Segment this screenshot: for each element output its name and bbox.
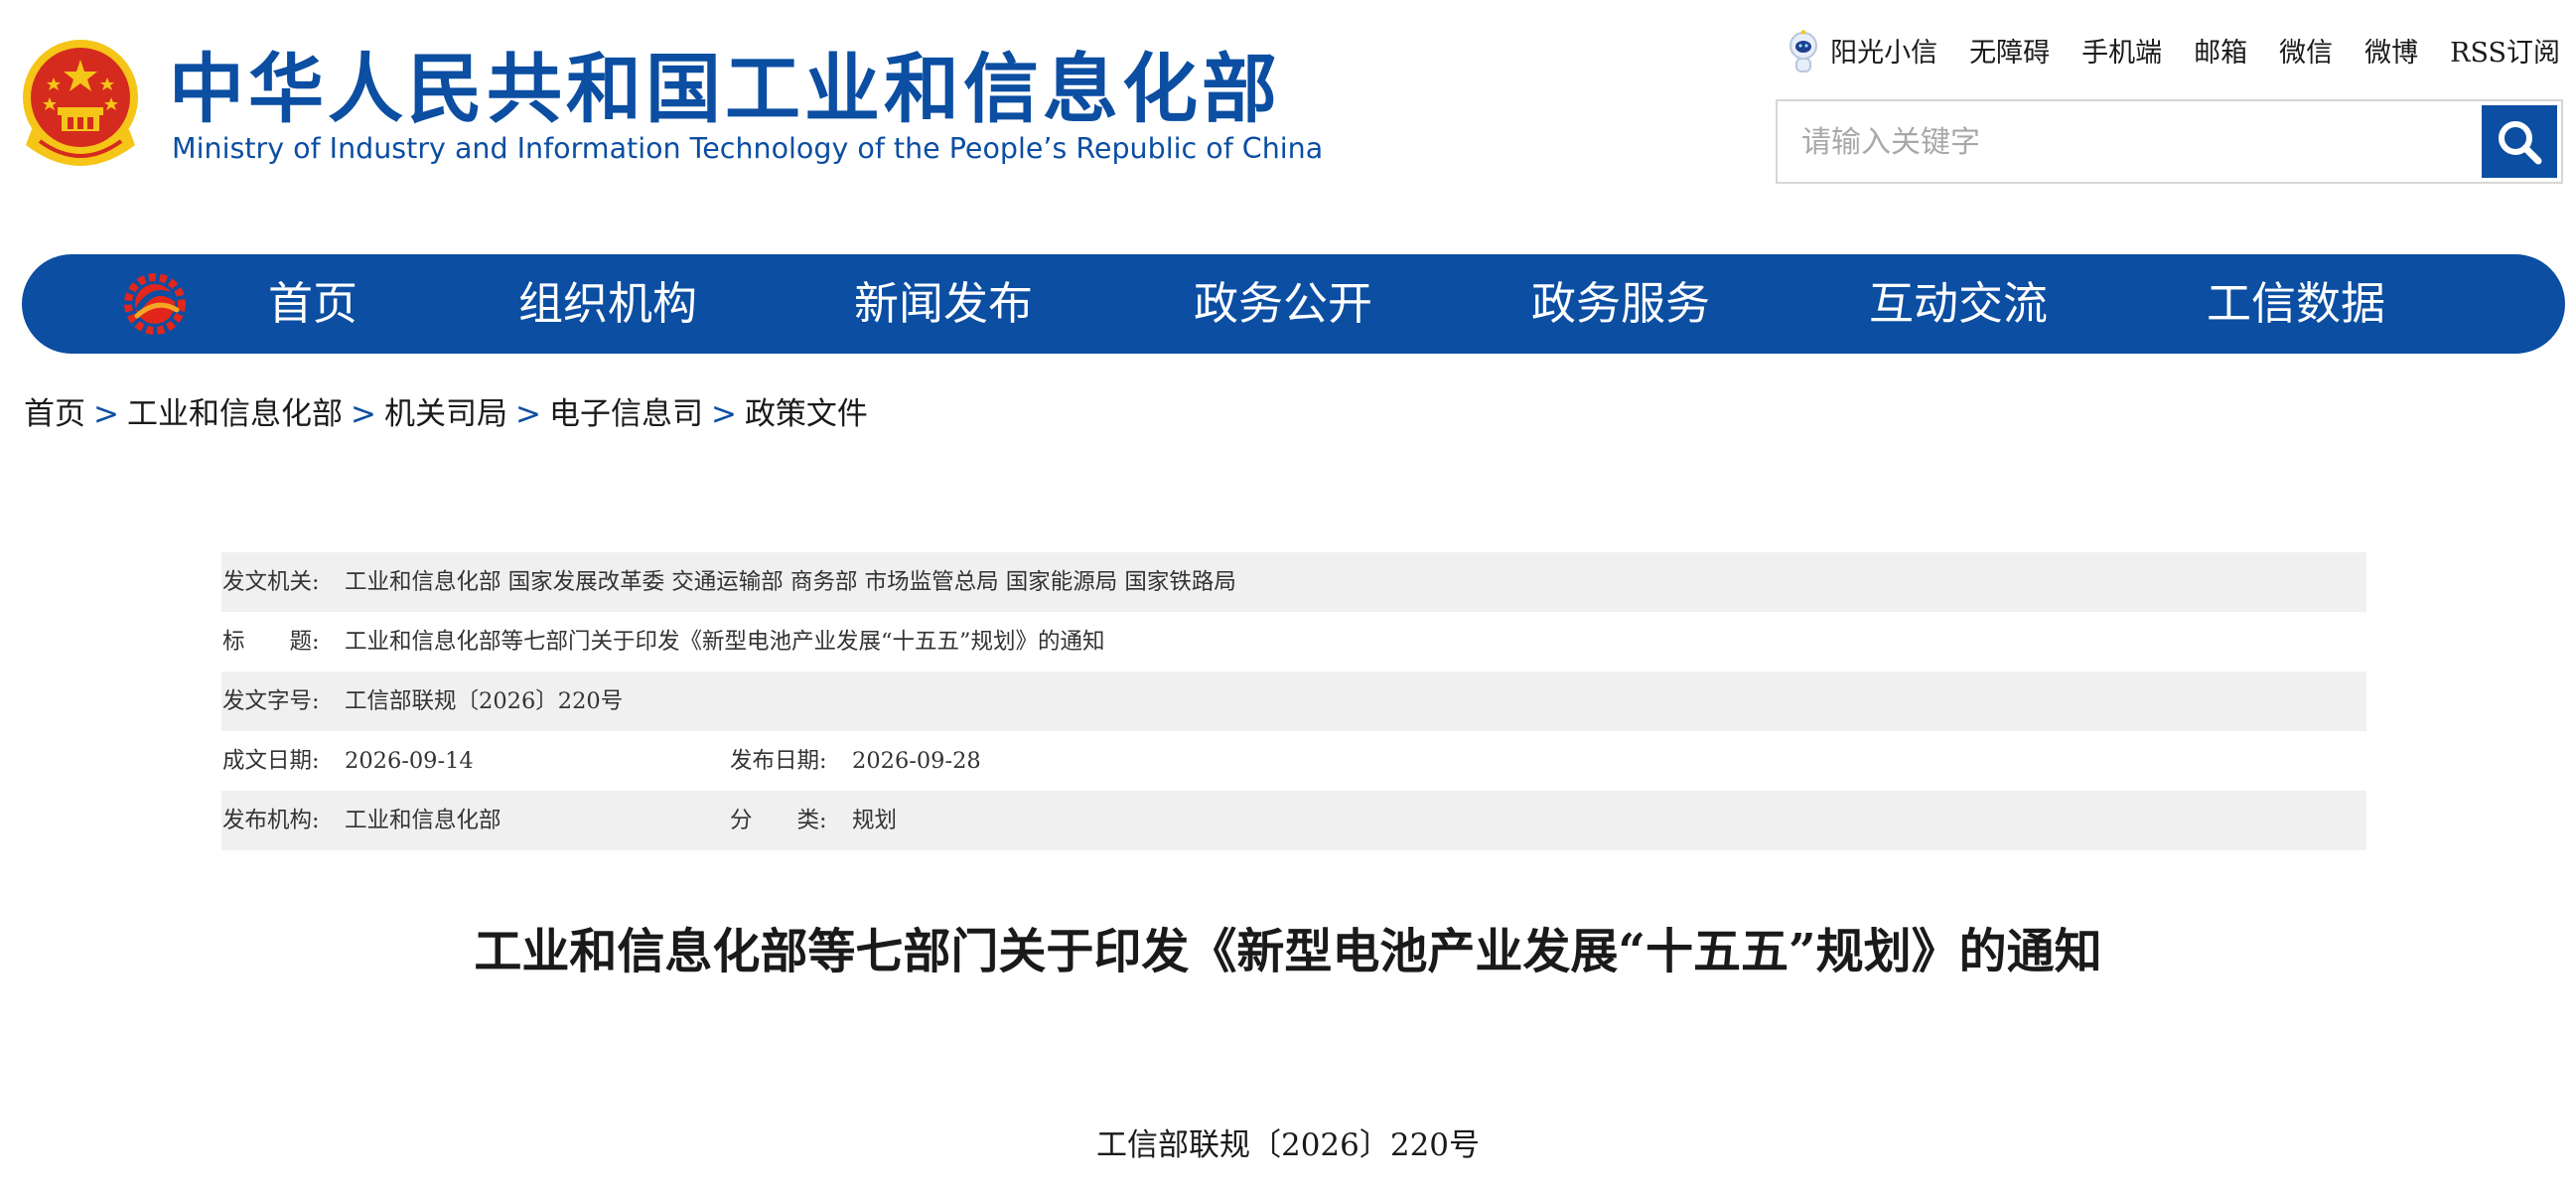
written-date-label: 成文日期:	[222, 748, 320, 774]
breadcrumb-electronics-dept[interactable]: 电子信息司	[549, 396, 703, 432]
written-date-value: 2026-09-14	[345, 748, 474, 774]
top-link-weibo[interactable]: 微博	[2364, 34, 2418, 74]
doc-number-value: 工信部联规〔2026〕220号	[345, 688, 624, 714]
breadcrumb-policy-documents[interactable]: 政策文件	[745, 396, 868, 432]
search-icon	[2499, 120, 2542, 164]
info-row-title: 标 题: 工业和信息化部等七部门关于印发《新型电池产业发展“十五五”规划》的通知	[221, 612, 2366, 672]
top-link-mobile[interactable]: 手机端	[2081, 34, 2162, 74]
breadcrumb: 首页 > 工业和信息化部 > 机关司局 > 电子信息司 > 政策文件	[24, 389, 868, 439]
info-row-doc-number: 发文字号: 工信部联规〔2026〕220号	[221, 672, 2366, 731]
nav-item-organization[interactable]: 组织机构	[518, 254, 697, 354]
breadcrumb-separator: >	[514, 396, 541, 432]
document-title: 工业和信息化部等七部门关于印发《新型电池产业发展“十五五”规划》的通知	[474, 924, 2102, 979]
page: 中华人民共和国工业和信息化部 Ministry of Industry and …	[0, 0, 2576, 1194]
miit-logo-icon	[124, 273, 186, 335]
breadcrumb-ministry[interactable]: 工业和信息化部	[127, 396, 343, 432]
title-label: 标 题:	[222, 629, 320, 655]
issuer-label: 发文机关:	[222, 569, 320, 595]
issuer-value: 工业和信息化部 国家发展改革委 交通运输部 商务部 市场监管总局 国家能源局 国…	[345, 569, 1236, 595]
publisher-value: 工业和信息化部	[345, 808, 501, 833]
breadcrumb-departments[interactable]: 机关司局	[384, 396, 507, 432]
national-emblem-icon	[23, 40, 138, 166]
publisher-label: 发布机构:	[222, 808, 320, 833]
site-title-en: Ministry of Industry and Information Tec…	[172, 132, 1324, 165]
nav-item-services[interactable]: 政务服务	[1531, 254, 1710, 354]
info-row-issuer: 发文机关: 工业和信息化部 国家发展改革委 交通运输部 商务部 市场监管总局 国…	[221, 552, 2366, 612]
nav-item-news[interactable]: 新闻发布	[854, 254, 1033, 354]
nav-item-interaction[interactable]: 互动交流	[1869, 254, 2048, 354]
doc-number-label: 发文字号:	[222, 688, 320, 714]
category-value: 规划	[852, 808, 898, 833]
title-value: 工业和信息化部等七部门关于印发《新型电池产业发展“十五五”规划》的通知	[345, 629, 1105, 655]
top-links: 阳光小信 无障碍 手机端 邮箱 微信 微博 RSS订阅	[1787, 30, 2560, 74]
top-link-sunshine[interactable]: 阳光小信	[1830, 34, 1937, 74]
publish-date-label: 发布日期:	[730, 748, 827, 774]
top-link-rss[interactable]: RSS订阅	[2450, 34, 2560, 74]
search-button[interactable]	[2482, 105, 2557, 178]
info-row-publisher: 发布机构: 工业和信息化部 分 类: 规划	[221, 791, 2366, 850]
breadcrumb-home[interactable]: 首页	[24, 396, 85, 432]
top-link-mail[interactable]: 邮箱	[2194, 34, 2247, 74]
top-link-accessibility[interactable]: 无障碍	[1969, 34, 2050, 74]
mascot-icon[interactable]	[1787, 30, 1820, 77]
search-input[interactable]	[1799, 101, 2479, 184]
category-label: 分 类:	[730, 808, 827, 833]
main-nav: 首页 组织机构 新闻发布 政务公开 政务服务 互动交流 工信数据	[22, 254, 2565, 354]
document-number: 工信部联规〔2026〕220号	[1095, 1127, 1481, 1163]
document-info-table: 发文机关: 工业和信息化部 国家发展改革委 交通运输部 商务部 市场监管总局 国…	[221, 552, 2366, 850]
site-title-cn: 中华人民共和国工业和信息化部	[169, 45, 1281, 133]
info-row-dates: 成文日期: 2026-09-14 发布日期: 2026-09-28	[221, 731, 2366, 791]
nav-item-data[interactable]: 工信数据	[2207, 254, 2385, 354]
top-link-wechat[interactable]: 微信	[2279, 34, 2333, 74]
search-box	[1776, 99, 2563, 184]
breadcrumb-separator: >	[93, 396, 119, 432]
nav-item-government-affairs[interactable]: 政务公开	[1194, 254, 1372, 354]
publish-date-value: 2026-09-28	[852, 748, 981, 774]
nav-item-home[interactable]: 首页	[268, 254, 358, 354]
breadcrumb-separator: >	[710, 396, 737, 432]
breadcrumb-separator: >	[350, 396, 376, 432]
